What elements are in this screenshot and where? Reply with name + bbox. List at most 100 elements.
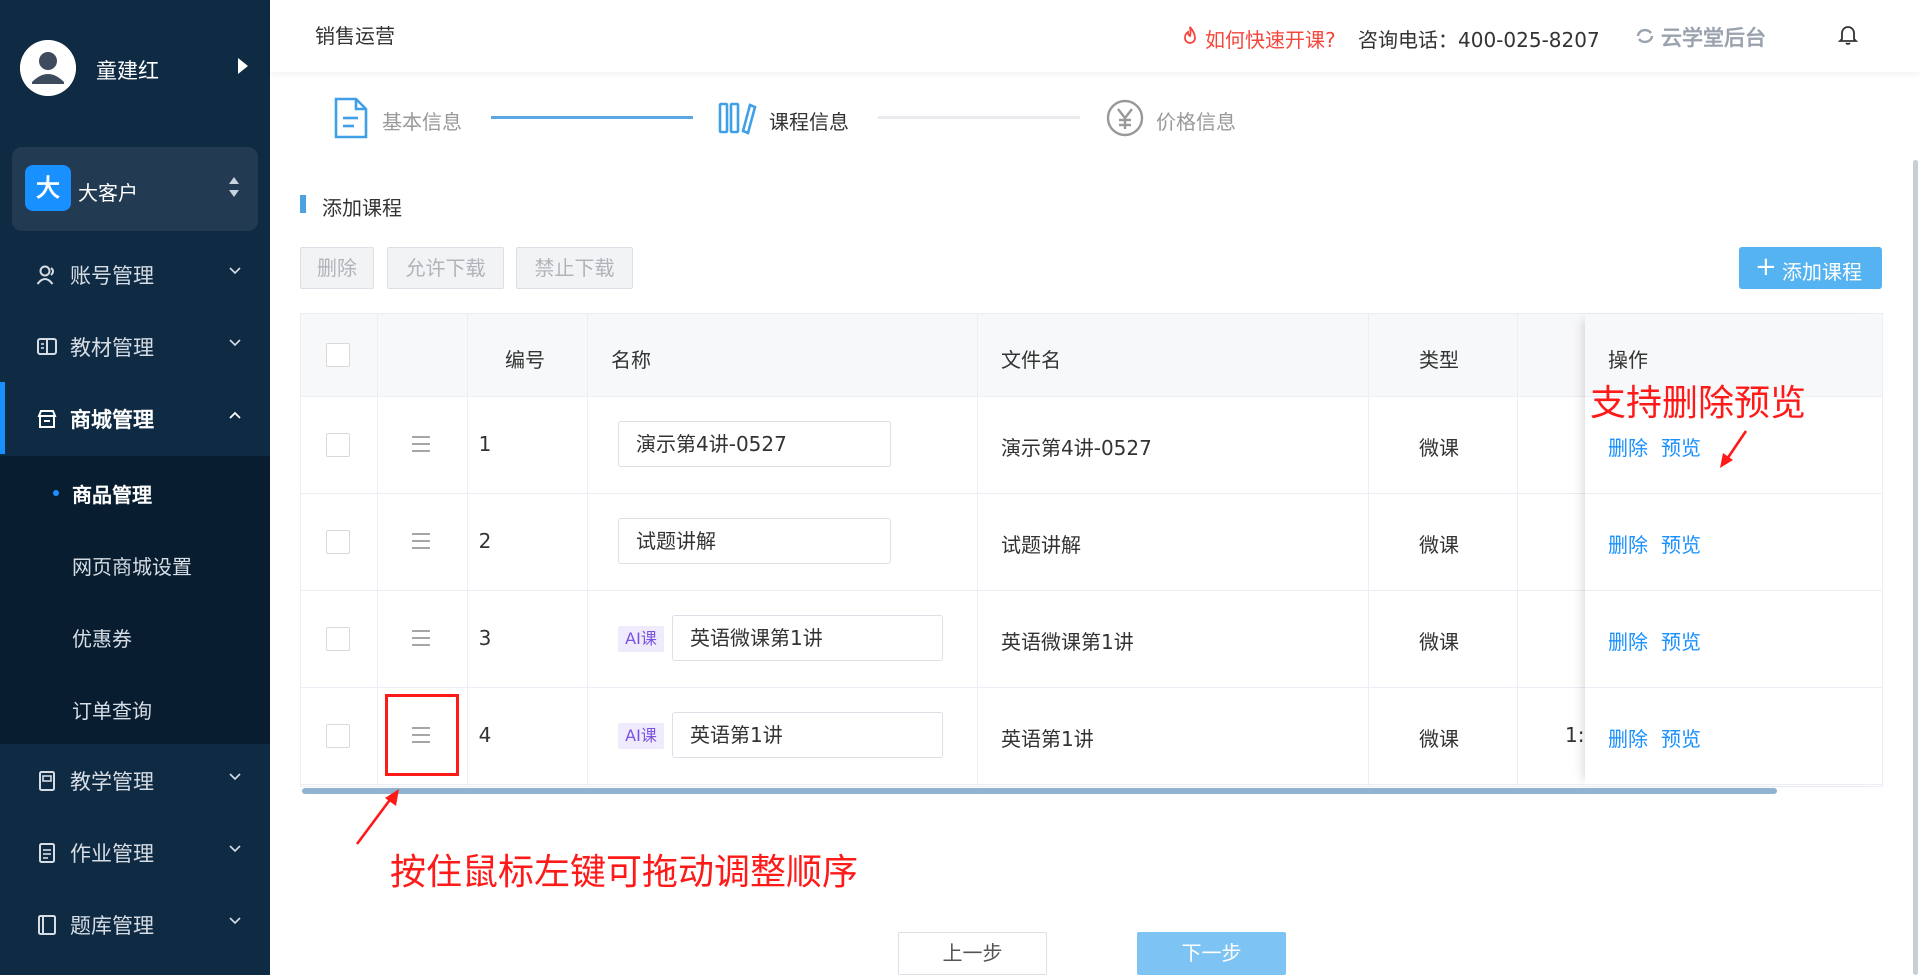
step-connector-done (491, 116, 693, 119)
book-icon (37, 338, 57, 355)
row-checkbox[interactable] (326, 530, 350, 554)
document-icon (334, 97, 368, 139)
nav-item-account[interactable]: 账号管理 (0, 238, 270, 310)
nav-label: 作业管理 (70, 842, 154, 866)
forbid-download-button[interactable]: 禁止下载 (516, 247, 633, 289)
row-checkbox[interactable] (326, 724, 350, 748)
sort-arrows-icon (228, 177, 240, 201)
delete-link[interactable]: 删除 (1608, 626, 1648, 655)
operations-cell: 删除 预览 (1585, 494, 1882, 591)
course-columns-icon (718, 102, 757, 135)
course-name-input[interactable]: 演示第4讲-0527 (618, 421, 891, 467)
refresh-logo-icon (1636, 28, 1654, 44)
delete-link[interactable]: 删除 (1608, 723, 1648, 752)
vertical-scrollbar[interactable] (1913, 160, 1918, 975)
file-name: 演示第4讲-0527 (1001, 436, 1152, 460)
select-all-checkbox[interactable] (326, 343, 350, 367)
sub-item-goods[interactable]: 商品管理 (0, 456, 270, 528)
horizontal-scrollbar[interactable] (302, 788, 1777, 794)
chevron-down-icon (229, 773, 241, 781)
org-name: 大客户 (78, 181, 138, 205)
teaching-icon (39, 771, 55, 791)
allow-download-button[interactable]: 允许下载 (387, 247, 504, 289)
row-checkbox[interactable] (326, 433, 350, 457)
chevron-down-icon (229, 267, 241, 275)
yen-icon (1106, 99, 1144, 137)
org-switcher[interactable]: 大 大客户 (12, 147, 258, 231)
delete-link[interactable]: 删除 (1608, 529, 1648, 558)
nav-item-textbook[interactable]: 教材管理 (0, 310, 270, 382)
row-number: 3 (478, 626, 492, 650)
row-number: 2 (478, 529, 492, 553)
truncated-cell: 1: (1565, 723, 1585, 747)
file-name: 英语微课第1讲 (1001, 630, 1134, 654)
row-checkbox[interactable] (326, 627, 350, 651)
user-profile[interactable]: 童建红 (0, 0, 270, 136)
bulk-delete-button[interactable]: 删除 (300, 247, 374, 289)
drag-handle-icon[interactable] (410, 434, 432, 454)
drag-handle-highlight (385, 694, 459, 776)
step-label: 价格信息 (1156, 110, 1236, 134)
page-title: 销售运营 (315, 24, 395, 48)
sub-item-coupons[interactable]: 优惠券 (0, 600, 270, 672)
course-name-input[interactable]: 英语第1讲 (672, 712, 943, 758)
shop-icon (37, 410, 57, 428)
row-number: 4 (478, 723, 492, 747)
contact-phone: 咨询电话：400-025-8207 (1358, 28, 1600, 52)
top-header: 销售运营 如何快速开课? 咨询电话：400-025-8207 云学堂后台 (270, 0, 1920, 72)
header-type: 类型 (1419, 348, 1459, 372)
nav-item-question-bank[interactable]: 题库管理 (0, 888, 270, 960)
annotation-arrow-icon (1720, 430, 1748, 468)
sub-item-orders[interactable]: 订单查询 (0, 672, 270, 744)
header-ops: 操作 (1608, 348, 1648, 372)
active-dot (53, 490, 59, 496)
sub-item-web-mall-settings[interactable]: 网页商城设置 (0, 528, 270, 600)
delete-link[interactable]: 删除 (1608, 432, 1648, 461)
user-avatar-icon (20, 40, 76, 96)
nav-item-teaching[interactable]: 教学管理 (0, 744, 270, 816)
preview-link[interactable]: 预览 (1661, 529, 1701, 558)
preview-link[interactable]: 预览 (1661, 723, 1701, 752)
annotation-drag-note: 按住鼠标左键可拖动调整顺序 (390, 852, 859, 893)
chevron-down-icon (229, 845, 241, 853)
preview-link[interactable]: 预览 (1661, 626, 1701, 655)
next-step-button[interactable]: 下一步 (1137, 932, 1286, 975)
step-connector-pending (878, 116, 1080, 119)
step-label: 课程信息 (769, 110, 849, 134)
nav-item-homework[interactable]: 作业管理 (0, 816, 270, 888)
bell-icon[interactable] (1838, 24, 1858, 46)
caret-right-icon[interactable] (238, 58, 248, 74)
preview-link[interactable]: 预览 (1661, 432, 1701, 461)
previous-step-button[interactable]: 上一步 (898, 932, 1047, 975)
nav-label: 商城管理 (70, 408, 154, 432)
question-bank-icon (38, 915, 56, 935)
course-type: 微课 (1419, 436, 1459, 460)
step-label: 基本信息 (382, 110, 462, 134)
user-name: 童建红 (96, 59, 159, 83)
sub-item-label: 商品管理 (72, 483, 152, 507)
ai-course-tag: AI课 (618, 626, 664, 652)
course-name-input[interactable]: 试题讲解 (618, 518, 891, 564)
header-file: 文件名 (1001, 348, 1061, 372)
nav-label: 账号管理 (70, 264, 154, 288)
drag-handle-icon[interactable] (410, 628, 432, 648)
user-icon (36, 265, 54, 285)
add-course-button[interactable]: + 添加课程 (1739, 247, 1882, 289)
course-type: 微课 (1419, 533, 1459, 557)
course-name-input[interactable]: 英语微课第1讲 (672, 615, 943, 661)
operations-cell: 删除 预览 (1585, 591, 1882, 688)
ai-course-tag: AI课 (618, 723, 664, 749)
mall-submenu: 商品管理 网页商城设置 优惠券 订单查询 (0, 456, 270, 744)
course-type: 微课 (1419, 630, 1459, 654)
quick-start-link[interactable]: 如何快速开课? (1205, 24, 1336, 53)
drag-handle-icon[interactable] (410, 531, 432, 551)
nav-item-mall[interactable]: 商城管理 (0, 382, 270, 454)
sidebar: 童建红 大 大客户 账号管理 教材管理 商城管理 商品管理 网页商城设置 优惠券… (0, 0, 270, 975)
operations-cell: 删除 预览 (1585, 688, 1882, 785)
nav-label: 教学管理 (70, 770, 154, 794)
header-name: 名称 (611, 348, 651, 372)
nav-label: 教材管理 (70, 336, 154, 360)
section-title: 添加课程 (322, 196, 402, 220)
sub-item-label: 网页商城设置 (72, 555, 192, 579)
nav-label: 题库管理 (70, 914, 154, 938)
